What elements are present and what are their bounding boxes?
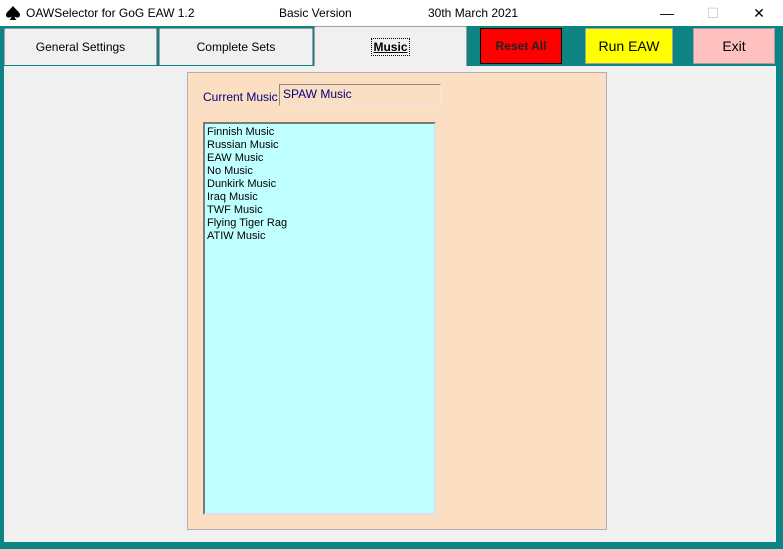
list-item[interactable]: Iraq Music	[207, 191, 434, 204]
list-item[interactable]: TWF Music	[207, 204, 434, 217]
list-item[interactable]: EAW Music	[207, 152, 434, 165]
spade-icon	[6, 6, 20, 20]
tab-label: General Settings	[35, 40, 126, 54]
maximize-icon: ☐	[706, 4, 720, 21]
title-bar: OAWSelector for GoG EAW 1.2 Basic Versio…	[0, 0, 783, 26]
close-window-button[interactable]: ✕	[736, 0, 782, 26]
tab-complete-sets[interactable]: Complete Sets	[159, 28, 313, 65]
window-title: OAWSelector for GoG EAW 1.2	[26, 6, 195, 20]
music-listbox[interactable]: Finnish Music Russian Music EAW Music No Mu…	[203, 122, 436, 515]
date-label: 30th March 2021	[428, 6, 519, 20]
list-item[interactable]: Russian Music	[207, 139, 434, 152]
tab-label: Complete Sets	[196, 40, 276, 54]
exit-button[interactable]: Exit	[693, 28, 775, 64]
list-item[interactable]: Finnish Music	[207, 126, 434, 139]
minimize-icon: —	[660, 5, 674, 21]
current-music-field: SPAW Music	[279, 84, 441, 106]
list-item[interactable]: ATIW Music	[207, 230, 434, 243]
minimize-button[interactable]: —	[644, 0, 690, 26]
reset-all-button[interactable]: Reset All	[480, 28, 562, 64]
tab-music[interactable]: Music	[314, 26, 467, 66]
list-item[interactable]: No Music	[207, 165, 434, 178]
list-item[interactable]: Dunkirk Music	[207, 178, 434, 191]
version-label: Basic Version	[279, 6, 352, 20]
close-icon: ✕	[753, 4, 765, 21]
tab-general-settings[interactable]: General Settings	[4, 28, 157, 65]
current-music-label: Current Music	[203, 90, 278, 104]
maximize-button: ☐	[690, 0, 736, 26]
list-item[interactable]: Flying Tiger Rag	[207, 217, 434, 230]
tab-label: Music	[371, 37, 410, 56]
run-eaw-button[interactable]: Run EAW	[585, 28, 673, 64]
